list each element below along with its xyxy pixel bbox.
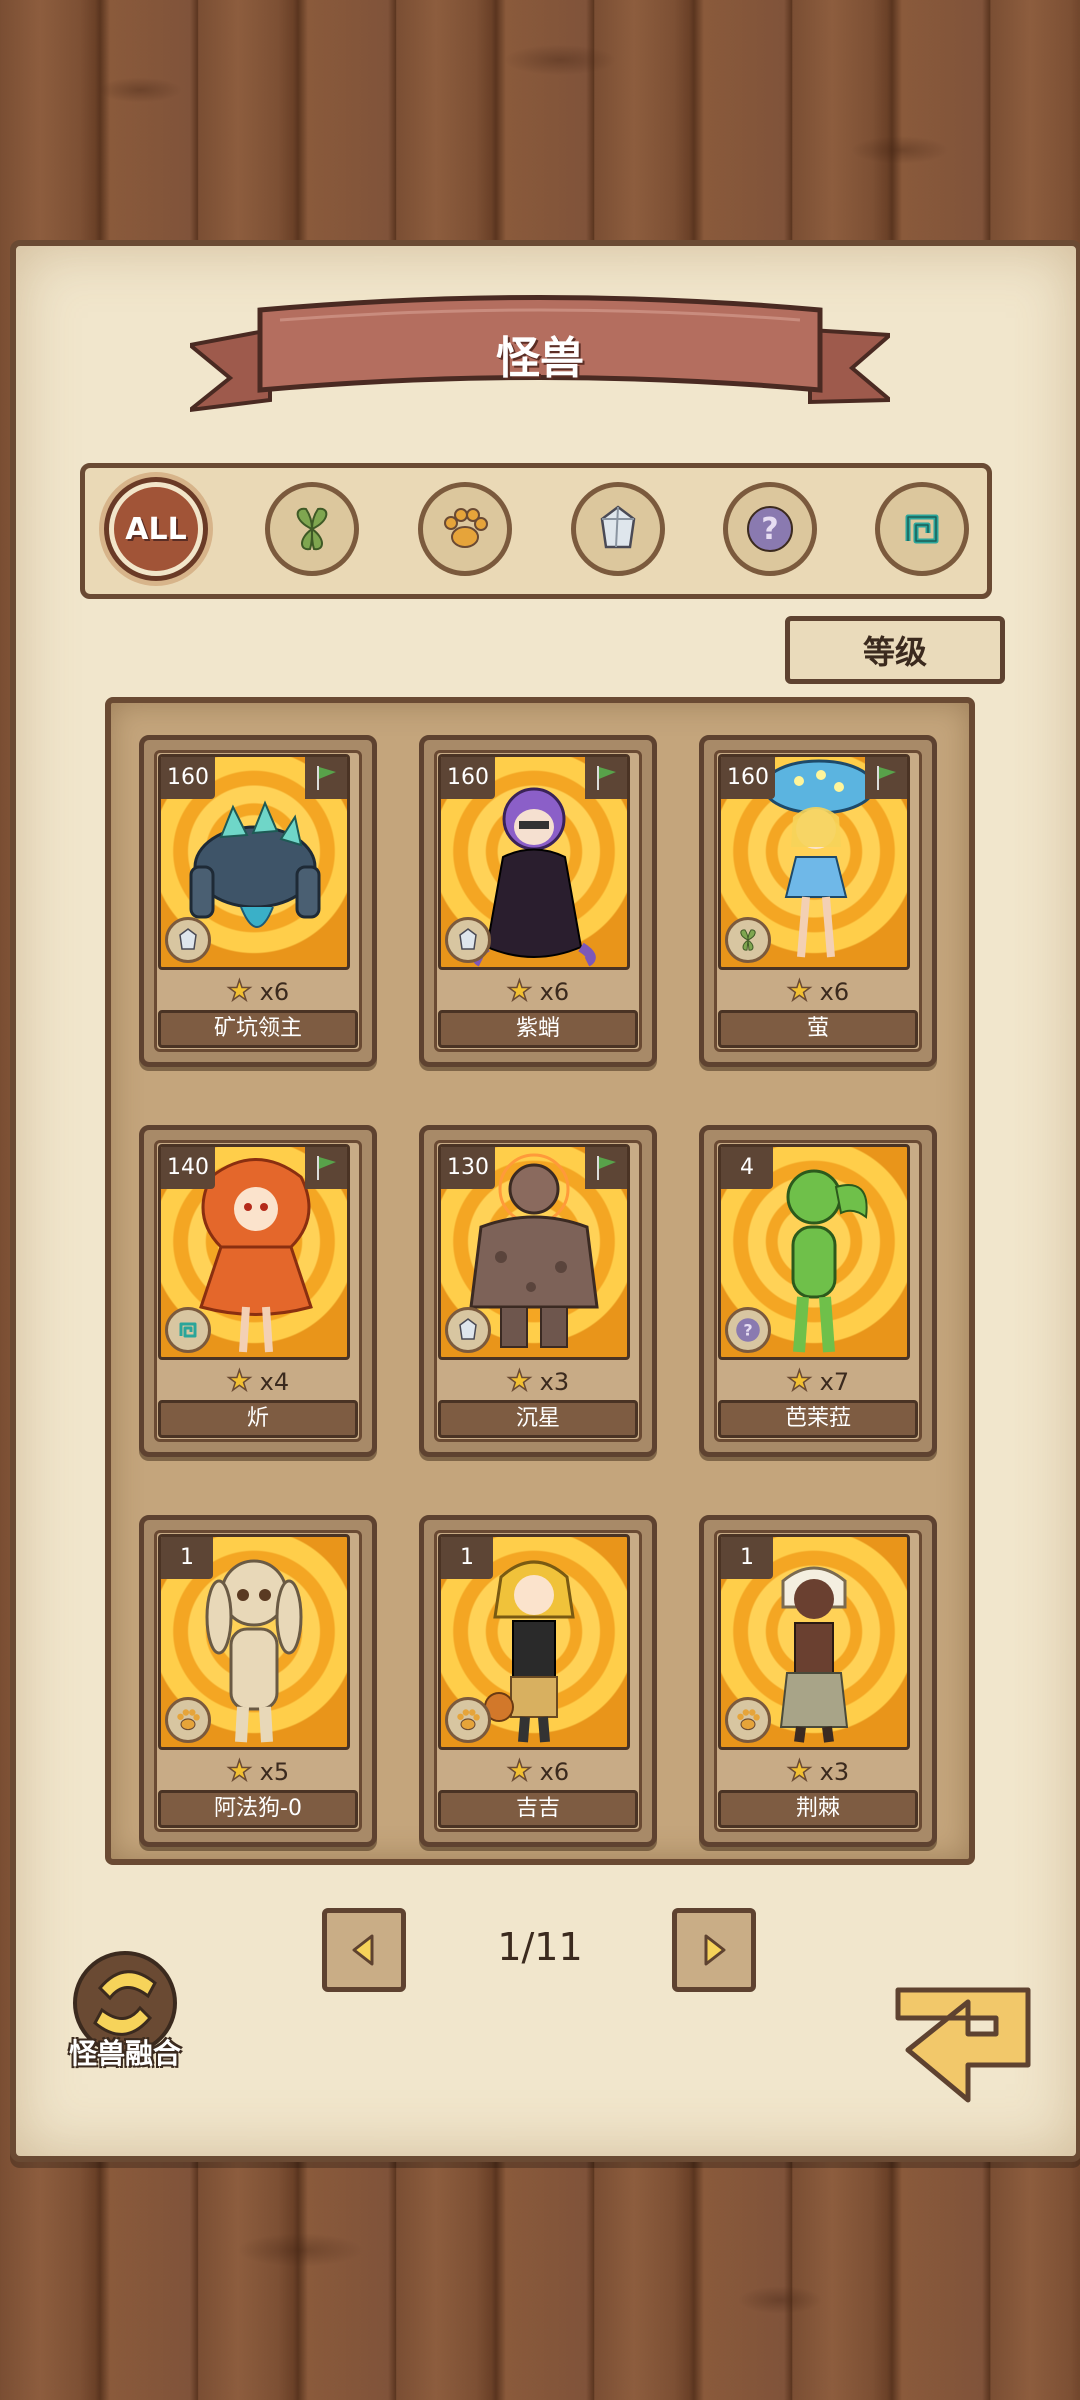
monster-card[interactable]: 160 ★ x6 矿坑领主 [139,735,377,1067]
star-count: x7 [819,1368,850,1396]
monster-card[interactable]: 140 ★ x4 炘 [139,1125,377,1457]
question-icon: ? [747,506,793,552]
monster-name: 阿法狗-0 [158,1790,358,1828]
page-indicator: 1/11 [497,1925,583,1969]
crystal-icon [600,505,636,549]
crystal-icon [165,917,211,963]
level-badge: 130 [441,1147,495,1189]
star-icon: ★ [226,973,253,1008]
sort-level-button[interactable]: 等级 [785,616,1005,684]
paw-icon [165,1697,211,1743]
monster-card[interactable]: 130 ★ x3 沉星 [419,1125,657,1457]
next-page-button[interactable] [672,1908,756,1992]
flag-icon [305,1147,347,1189]
level-badge: 160 [721,757,775,799]
monster-name: 紫蛸 [438,1010,638,1048]
spiral-icon [905,514,939,544]
monster-name: 炘 [158,1400,358,1438]
paw-icon [444,508,488,548]
star-count: x6 [539,978,570,1006]
monster-card[interactable]: 4 ? ★ x7 芭茉菈 [699,1125,937,1457]
star-icon: ★ [506,973,533,1008]
monster-fusion-button[interactable]: 怪兽融合 [50,1948,200,2078]
return-arrow-icon [895,1987,1031,2103]
star-icon: ★ [226,1363,253,1398]
monster-portrait: 160 [438,754,630,970]
monster-name: 芭茉菈 [718,1400,918,1438]
monster-grid: 160 ★ x6 矿坑领主 160 ★ x6 紫蛸 160 ★ x6 萤 140… [105,697,975,1865]
monster-name: 荆棘 [718,1790,918,1828]
filter-paw-button[interactable] [418,482,512,576]
monster-portrait: 160 [718,754,910,970]
type-filter-bar: ALL ? [80,463,992,599]
monster-portrait: 4 ? [718,1144,910,1360]
monster-portrait: 1 [158,1534,350,1750]
svg-text:?: ? [761,512,778,547]
arrow-left-icon [352,1934,374,1966]
fusion-label: 怪兽融合 [68,2037,181,2070]
filter-crystal-button[interactable] [571,482,665,576]
monster-portrait: 1 [718,1534,910,1750]
star-count: x6 [819,978,850,1006]
flag-icon [585,1147,627,1189]
svg-text:?: ? [743,1320,752,1339]
monster-card[interactable]: 1 ★ x5 阿法狗-0 [139,1515,377,1847]
star-count: x6 [539,1758,570,1786]
filter-spiral-button[interactable] [875,482,969,576]
monster-card[interactable]: 1 ★ x6 吉吉 [419,1515,657,1847]
monster-name: 矿坑领主 [158,1010,358,1048]
flag-icon [865,757,907,799]
level-badge: 4 [721,1147,773,1189]
monster-name: 萤 [718,1010,918,1048]
star-icon: ★ [786,1753,813,1788]
spiral-icon [165,1307,211,1353]
arrow-right-icon [704,1934,726,1966]
page-title: 怪兽 [496,333,584,384]
level-badge: 160 [161,757,215,799]
monster-portrait: 140 [158,1144,350,1360]
level-badge: 1 [721,1537,773,1579]
monster-card[interactable]: 1 ★ x3 荆棘 [699,1515,937,1847]
paw-icon [725,1697,771,1743]
star-count: x3 [539,1368,570,1396]
filter-leaf-button[interactable] [265,482,359,576]
star-count: x6 [259,978,290,1006]
level-badge: 1 [161,1537,213,1579]
filter-all-button[interactable]: ALL [109,482,203,576]
filter-unknown-button[interactable]: ? [723,482,817,576]
filter-all-label: ALL [125,511,187,547]
flag-icon [585,757,627,799]
prev-page-button[interactable] [322,1908,406,1992]
back-button[interactable] [878,1970,1048,2120]
level-badge: 140 [161,1147,215,1189]
monster-name: 吉吉 [438,1790,638,1828]
level-badge: 160 [441,757,495,799]
monster-portrait: 160 [158,754,350,970]
title-ribbon: 怪兽 [183,290,896,420]
leaf-icon [296,507,328,551]
star-icon: ★ [506,1363,533,1398]
paw-icon [445,1697,491,1743]
crystal-icon [445,917,491,963]
star-count: x3 [819,1758,850,1786]
crystal-icon [445,1307,491,1353]
monster-card[interactable]: 160 ★ x6 萤 [699,735,937,1067]
star-icon: ★ [506,1753,533,1788]
star-icon: ★ [786,1363,813,1398]
leaf-icon [725,917,771,963]
star-count: x5 [259,1758,290,1786]
star-icon: ★ [786,973,813,1008]
monster-portrait: 1 [438,1534,630,1750]
monster-name: 沉星 [438,1400,638,1438]
question-icon: ? [725,1307,771,1353]
star-count: x4 [259,1368,290,1396]
star-icon: ★ [226,1753,253,1788]
level-badge: 1 [441,1537,493,1579]
flag-icon [305,757,347,799]
monster-portrait: 130 [438,1144,630,1360]
monster-card[interactable]: 160 ★ x6 紫蛸 [419,735,657,1067]
